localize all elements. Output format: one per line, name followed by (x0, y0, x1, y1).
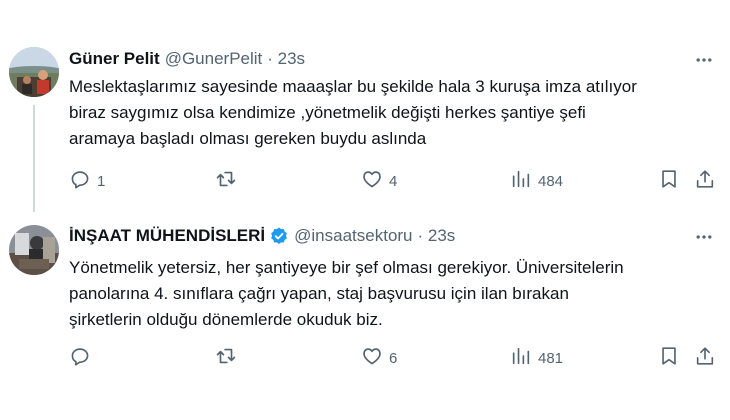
bookmark-icon (658, 168, 680, 194)
share-button[interactable] (694, 169, 716, 193)
heart-icon (361, 345, 383, 371)
like-button[interactable]: 4 (361, 169, 397, 193)
reply-icon (69, 168, 91, 194)
views-icon (510, 345, 532, 371)
tweet-header: İNŞAAT MÜHENDİSLERİ @insaatsektoru · 23s (69, 224, 670, 248)
user-handle[interactable]: @GunerPelit (165, 49, 263, 69)
retweet-icon (215, 168, 237, 194)
reply-button[interactable]: 1 (69, 169, 105, 193)
retweet-icon (215, 345, 237, 371)
tweet-text: Yönetmelik yetersiz, her şantiyeye bir ş… (69, 258, 624, 329)
share-icon (694, 168, 716, 194)
timestamp[interactable]: · 23s (267, 49, 305, 69)
action-bar: 1 4 484 (0, 169, 730, 193)
views-button[interactable]: 484 (510, 169, 563, 193)
avatar[interactable] (9, 225, 59, 275)
bookmark-icon (658, 345, 680, 371)
like-count: 6 (389, 349, 398, 367)
tweet[interactable]: Güner Pelit @GunerPelit · 23s Meslektaşl… (0, 0, 730, 212)
like-count: 4 (389, 172, 398, 190)
bookmark-button[interactable] (658, 346, 680, 370)
share-icon (694, 345, 716, 371)
thread-line (33, 105, 35, 212)
user-handle[interactable]: @insaatsektoru (294, 226, 412, 246)
like-button[interactable]: 6 (361, 346, 397, 370)
bookmark-button[interactable] (658, 169, 680, 193)
views-button[interactable]: 481 (510, 346, 563, 370)
views-count: 484 (538, 172, 564, 190)
tweet-header: Güner Pelit @GunerPelit · 23s (69, 47, 670, 71)
more-icon[interactable] (692, 48, 716, 72)
more-icon[interactable] (692, 225, 716, 249)
retweet-button[interactable] (215, 346, 243, 370)
views-count: 481 (538, 349, 564, 367)
tweet[interactable]: İNŞAAT MÜHENDİSLERİ @insaatsektoru · 23s… (0, 212, 730, 420)
reply-button[interactable] (69, 346, 97, 370)
action-bar: 6 481 (0, 346, 730, 370)
verified-badge-icon (269, 226, 289, 246)
heart-icon (361, 168, 383, 194)
share-button[interactable] (694, 346, 716, 370)
reply-icon (69, 345, 91, 371)
avatar[interactable] (9, 47, 59, 97)
views-icon (510, 168, 532, 194)
display-name[interactable]: İNŞAAT MÜHENDİSLERİ (69, 226, 265, 246)
reply-count: 1 (97, 172, 106, 190)
retweet-button[interactable] (215, 169, 243, 193)
display-name[interactable]: Güner Pelit (69, 49, 160, 69)
tweet-text: Meslektaşlarımız sayesinde maaaşlar bu ş… (69, 77, 637, 148)
timestamp[interactable]: · 23s (418, 226, 456, 246)
